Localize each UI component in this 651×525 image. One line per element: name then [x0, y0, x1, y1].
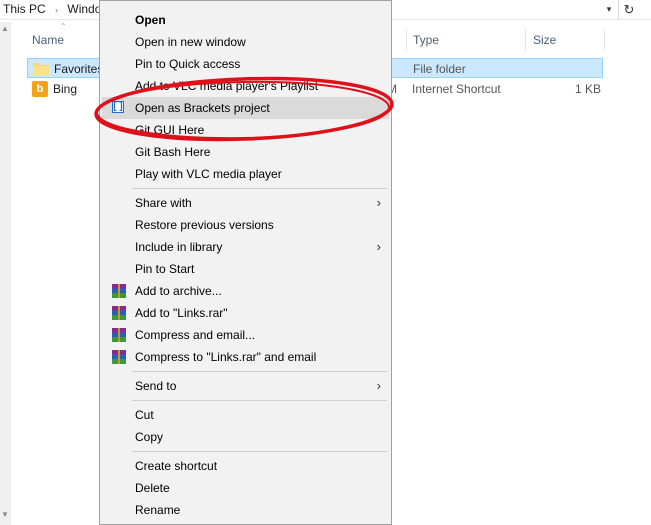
breadcrumb-windows[interactable]: Windo [67, 2, 101, 16]
menu-item-add-vlc-playlist[interactable]: Add to VLC media player's Playlist [102, 75, 389, 97]
breadcrumb-this-pc[interactable]: This PC [3, 2, 46, 16]
menu-item-label: Send to [135, 379, 177, 393]
brackets-icon: [ ] [112, 101, 124, 113]
menu-item-share-with[interactable]: Share with › [102, 192, 389, 214]
menu-item-label: Compress and email... [135, 328, 256, 342]
menu-separator [132, 400, 387, 401]
breadcrumb: This PC › Windo [3, 2, 107, 16]
menu-item-label: Restore previous versions [135, 218, 274, 232]
file-name: Bing [53, 82, 78, 96]
scroll-down-icon[interactable]: ▼ [1, 510, 9, 519]
menu-item-label: Compress to "Links.rar" and email [135, 350, 317, 364]
winrar-icon [112, 328, 126, 342]
menu-separator [132, 188, 387, 189]
menu-item-add-archive[interactable]: Add to archive... [102, 280, 389, 302]
winrar-icon [112, 350, 126, 364]
menu-item-label: Add to archive... [135, 284, 222, 298]
menu-item-create-shortcut[interactable]: Create shortcut [102, 455, 389, 477]
menu-item-include-library[interactable]: Include in library › [102, 236, 389, 258]
menu-item-label: Git Bash Here [135, 145, 211, 159]
winrar-icon [112, 306, 126, 320]
menu-item-label: Include in library [135, 240, 223, 254]
menu-item-send-to[interactable]: Send to › [102, 375, 389, 397]
menu-item-label: Cut [135, 408, 154, 422]
menu-item-rename[interactable]: Rename [102, 499, 389, 521]
scrollbar[interactable]: ▲ ▼ [0, 22, 11, 525]
menu-item-git-gui[interactable]: Git GUI Here [102, 119, 389, 141]
menu-item-cut[interactable]: Cut [102, 404, 389, 426]
menu-item-git-bash[interactable]: Git Bash Here [102, 141, 389, 163]
column-header-name[interactable]: Name [32, 29, 64, 51]
scroll-up-icon[interactable]: ▲ [1, 24, 9, 33]
chevron-down-icon[interactable]: ▾ [602, 1, 616, 17]
menu-item-pin-start[interactable]: Pin to Start [102, 258, 389, 280]
menu-item-label: Git GUI Here [135, 123, 205, 137]
bing-icon: b [32, 81, 48, 97]
winrar-icon [112, 284, 126, 298]
menu-item-label: Open [135, 13, 166, 27]
menu-separator [132, 451, 387, 452]
menu-item-label: Open as Brackets project [135, 101, 270, 115]
menu-item-pin-quick-access[interactable]: Pin to Quick access [102, 53, 389, 75]
chevron-right-icon: › [376, 239, 381, 254]
column-divider[interactable] [525, 29, 526, 51]
menu-item-compress-email[interactable]: Compress and email... [102, 324, 389, 346]
menu-item-label: Copy [135, 430, 164, 444]
chevron-right-icon: › [376, 378, 381, 393]
menu-item-delete[interactable]: Delete [102, 477, 389, 499]
menu-item-label: Pin to Start [135, 262, 195, 276]
menu-item-label: Pin to Quick access [135, 57, 241, 71]
menu-item-label: Create shortcut [135, 459, 218, 473]
folder-icon [33, 63, 49, 75]
column-divider[interactable] [604, 29, 605, 51]
file-type: Internet Shortcut [412, 82, 501, 96]
menu-item-label: Open in new window [135, 35, 246, 49]
menu-item-restore-versions[interactable]: Restore previous versions [102, 214, 389, 236]
menu-item-open-new-window[interactable]: Open in new window [102, 31, 389, 53]
menu-item-open-brackets[interactable]: [ ] Open as Brackets project [102, 97, 389, 119]
column-divider[interactable] [406, 29, 407, 51]
file-name: Favorites [54, 62, 104, 76]
menu-item-add-links-rar[interactable]: Add to "Links.rar" [102, 302, 389, 324]
menu-item-label: Share with [135, 196, 192, 210]
file-size: 1 KB [575, 82, 602, 96]
menu-separator [132, 371, 387, 372]
menu-item-label: Add to VLC media player's Playlist [135, 79, 319, 93]
context-menu: Open Open in new window Pin to Quick acc… [99, 0, 392, 525]
menu-item-compress-links-email[interactable]: Compress to "Links.rar" and email [102, 346, 389, 368]
breadcrumb-chevron: › [55, 5, 59, 15]
menu-item-open[interactable]: Open [102, 9, 389, 31]
chevron-right-icon: › [376, 195, 381, 210]
refresh-icon[interactable]: ↻ [618, 0, 639, 19]
column-header-size[interactable]: Size [533, 29, 556, 51]
menu-item-label: Play with VLC media player [135, 167, 282, 181]
menu-item-label: Add to "Links.rar" [135, 306, 228, 320]
menu-item-label: Rename [135, 503, 181, 517]
file-type: File folder [413, 62, 466, 76]
column-header-type[interactable]: Type [413, 29, 439, 51]
menu-item-label: Delete [135, 481, 170, 495]
menu-item-play-vlc[interactable]: Play with VLC media player [102, 163, 389, 185]
menu-item-copy[interactable]: Copy [102, 426, 389, 448]
